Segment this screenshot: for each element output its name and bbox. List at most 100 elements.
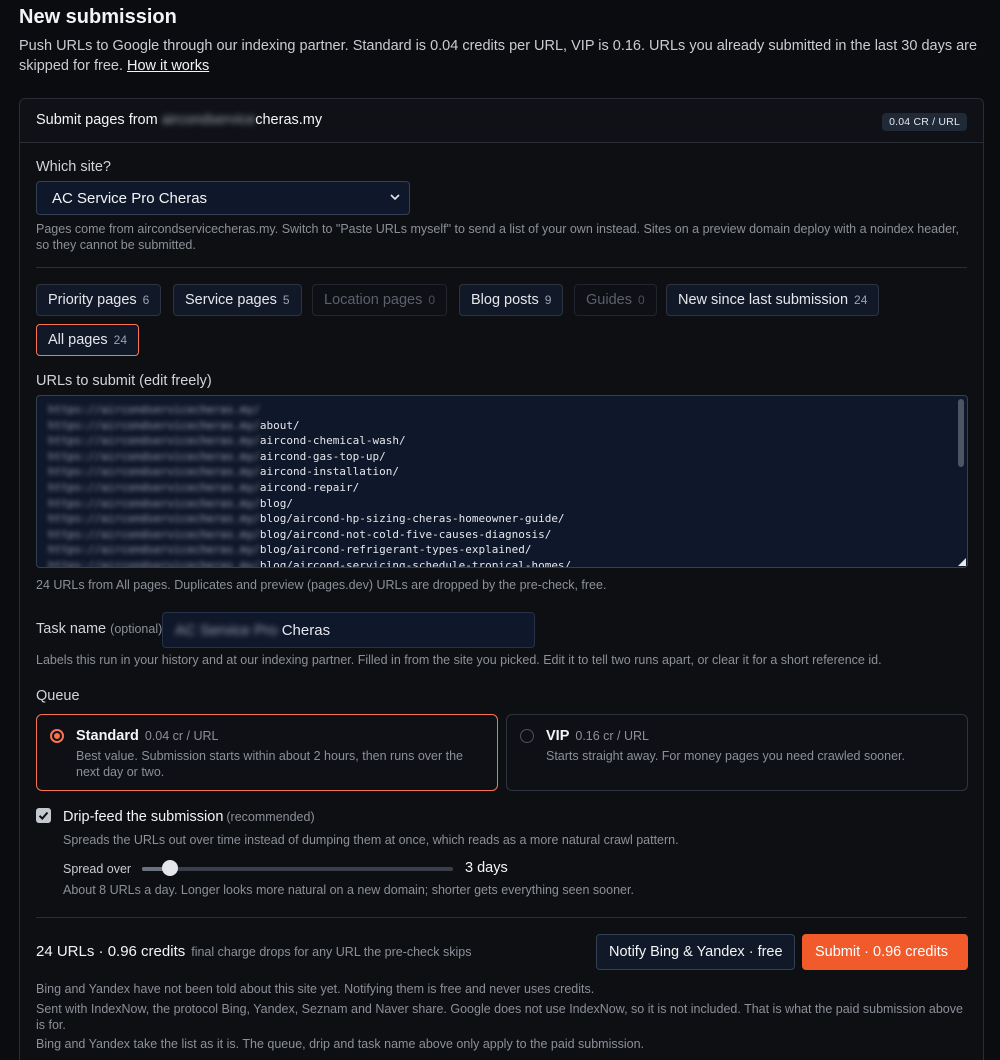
filter-chip-label: Blog posts <box>471 292 539 308</box>
url-domain-redacted: https://aircondservicecheras.my/ <box>48 434 260 448</box>
filter-chip-count: 24 <box>854 293 868 307</box>
footer-note: Bing and Yandex have not been told about… <box>36 982 595 996</box>
task-label: Task name (optional) <box>36 621 162 637</box>
rate-badge: 0.04 CR / URL <box>882 113 967 131</box>
spread-slider-track[interactable] <box>142 867 453 871</box>
resize-handle-icon[interactable] <box>958 558 966 566</box>
queue-option-standard[interactable]: Standard 0.04 cr / URL Best value. Submis… <box>36 714 498 791</box>
site-select[interactable]: AC Service Pro Cheras <box>36 181 410 215</box>
urls-textarea[interactable]: https://aircondservicecheras.my/https://… <box>36 395 968 568</box>
queue-name-text: Standard <box>76 728 139 744</box>
filter-chip-new[interactable]: New since last submission 24 <box>666 284 880 316</box>
drip-checkbox[interactable] <box>36 808 51 823</box>
url-path: aircond-repair/ <box>259 480 360 494</box>
queue-name-text: VIP <box>546 728 570 744</box>
site-label: Which site? <box>36 159 111 175</box>
queue-desc: Best value. Submission starts within abo… <box>76 749 464 779</box>
cost-summary: 24 URLs · 0.96 credits final charge drops… <box>36 943 471 960</box>
url-domain-redacted: https://aircondservicecheras.my/ <box>48 558 260 568</box>
card-title: Submit pages from aircondservicecheras.m… <box>36 112 322 128</box>
page-title: New submission <box>19 6 177 28</box>
card-domain: cheras.my <box>255 112 323 128</box>
filter-chip-label: Priority pages <box>48 292 137 308</box>
url-line: https://aircondservicecheras.my/aircond-… <box>48 480 571 496</box>
drip-title-text: Drip-feed the submission <box>63 809 224 825</box>
cost-summary-note: final charge drops for any URL the pre-c… <box>191 945 472 959</box>
filter-chip-count: 9 <box>544 293 552 307</box>
footer-note: Sent with IndexNow, the protocol Bing, Y… <box>36 1002 963 1032</box>
url-path: aircond-installation/ <box>259 465 399 479</box>
spread-label: Spread over <box>63 862 132 876</box>
url-path: about/ <box>259 418 300 432</box>
url-path: blog/ <box>259 496 294 510</box>
filter-chip-count: 0 <box>637 293 645 307</box>
radio-unselected-icon[interactable] <box>520 729 534 743</box>
url-path: aircond-gas-top-up/ <box>259 449 386 463</box>
urls-label: URLs to submit (edit freely) <box>36 373 212 389</box>
urls-hint: 24 URLs from All pages. Duplicates and p… <box>36 578 607 592</box>
url-domain-redacted: https://aircondservicecheras.my/ <box>48 496 260 510</box>
filter-chip-guides[interactable]: Guides 0 <box>574 284 657 316</box>
filter-chip-label: Location pages <box>324 292 423 308</box>
filter-chip-all[interactable]: All pages 24 <box>36 324 140 356</box>
queue-rate: 0.16 cr / URL <box>575 729 650 743</box>
url-line: https://aircondservicecheras.my/blog/air… <box>48 527 571 543</box>
url-domain-redacted: https://aircondservicecheras.my/ <box>48 449 260 463</box>
filter-chip-blog[interactable]: Blog posts 9 <box>459 284 564 316</box>
queue-label: Queue <box>36 688 80 704</box>
spread-hint: About 8 URLs a day. Longer looks more na… <box>63 883 634 897</box>
queue-name: Standard 0.04 cr / URL <box>76 728 218 744</box>
submission-card: Submit pages from aircondservicecheras.m… <box>19 98 984 1060</box>
filter-chip-count: 24 <box>113 333 128 347</box>
url-domain-redacted: https://aircondservicecheras.my/ <box>48 527 260 541</box>
url-list: https://aircondservicecheras.my/https://… <box>48 402 572 568</box>
queue-rate: 0.04 cr / URL <box>144 729 219 743</box>
url-path: blog/aircond-not-cold-five-causes-diagno… <box>259 527 552 541</box>
filter-chip-label: All pages <box>48 332 108 348</box>
task-name-input[interactable]: AC Service Pro Cheras <box>162 612 535 648</box>
url-line: https://aircondservicecheras.my/blog/air… <box>48 511 571 527</box>
filter-chip-priority[interactable]: Priority pages 6 <box>36 284 162 316</box>
url-line: https://aircondservicecheras.my/blog/air… <box>48 558 572 568</box>
textarea-scrollbar[interactable] <box>958 399 964 467</box>
url-line: https://aircondservicecheras.my/aircond-… <box>48 433 571 449</box>
chevron-down-icon <box>390 194 400 201</box>
url-domain-redacted: https://aircondservicecheras.my/ <box>48 418 260 432</box>
footer-note: Bing and Yandex take the list as it is. … <box>36 1037 645 1051</box>
drip-desc: Spreads the URLs out over time instead o… <box>63 833 679 847</box>
url-path: aircond-chemical-wash/ <box>259 434 406 448</box>
site-hint: Pages come from aircondservicecheras.my.… <box>36 222 959 252</box>
how-it-works-link[interactable]: How it works <box>127 58 209 74</box>
filter-chip-label: New since last submission <box>678 292 849 308</box>
divider <box>36 267 967 268</box>
submit-button[interactable]: Submit · 0.96 credits <box>802 934 968 970</box>
url-line: https://aircondservicecheras.my/aircond-… <box>48 449 571 465</box>
filter-chip-count: 5 <box>282 293 290 307</box>
card-title-prefix: Submit pages from <box>36 112 158 128</box>
notify-bing-yandex-button[interactable]: Notify Bing & Yandex · free <box>596 934 795 970</box>
url-path: blog/aircond-hp-sizing-cheras-homeowner-… <box>259 512 565 526</box>
url-line: https://aircondservicecheras.my/blog/ <box>48 496 571 512</box>
checkmark-icon <box>38 811 49 820</box>
spread-slider-thumb[interactable] <box>161 860 178 876</box>
spread-value: 3 days <box>465 860 508 876</box>
filter-chip-count: 0 <box>428 293 436 307</box>
card-domain-redacted: aircondservice <box>161 112 256 128</box>
url-domain-redacted: https://aircondservicecheras.my/ <box>48 403 260 416</box>
queue-option-vip[interactable]: VIP 0.16 cr / URL Starts straight away. F… <box>506 714 968 791</box>
task-optional: (optional) <box>110 622 163 636</box>
queue-desc: Starts straight away. For money pages yo… <box>546 749 905 763</box>
drip-title: Drip-feed the submission (recommended) <box>63 809 315 825</box>
divider <box>36 917 967 918</box>
url-domain-redacted: https://aircondservicecheras.my/ <box>48 512 260 526</box>
radio-selected-icon[interactable] <box>50 729 64 743</box>
intro-text: Push URLs to Google through our indexing… <box>19 36 984 76</box>
url-path: blog/aircond-servicing-schedule-tropical… <box>259 558 572 568</box>
filter-chip-location[interactable]: Location pages 0 <box>312 284 448 316</box>
cost-summary-text: 24 URLs · 0.96 credits <box>36 943 186 960</box>
url-line: https://aircondservicecheras.my/blog/air… <box>48 542 571 558</box>
queue-name: VIP 0.16 cr / URL <box>546 728 649 744</box>
url-path: blog/aircond-refrigerant-types-explained… <box>259 543 532 557</box>
filter-chip-service[interactable]: Service pages 5 <box>173 284 302 316</box>
filter-chip-label: Guides <box>586 292 632 308</box>
